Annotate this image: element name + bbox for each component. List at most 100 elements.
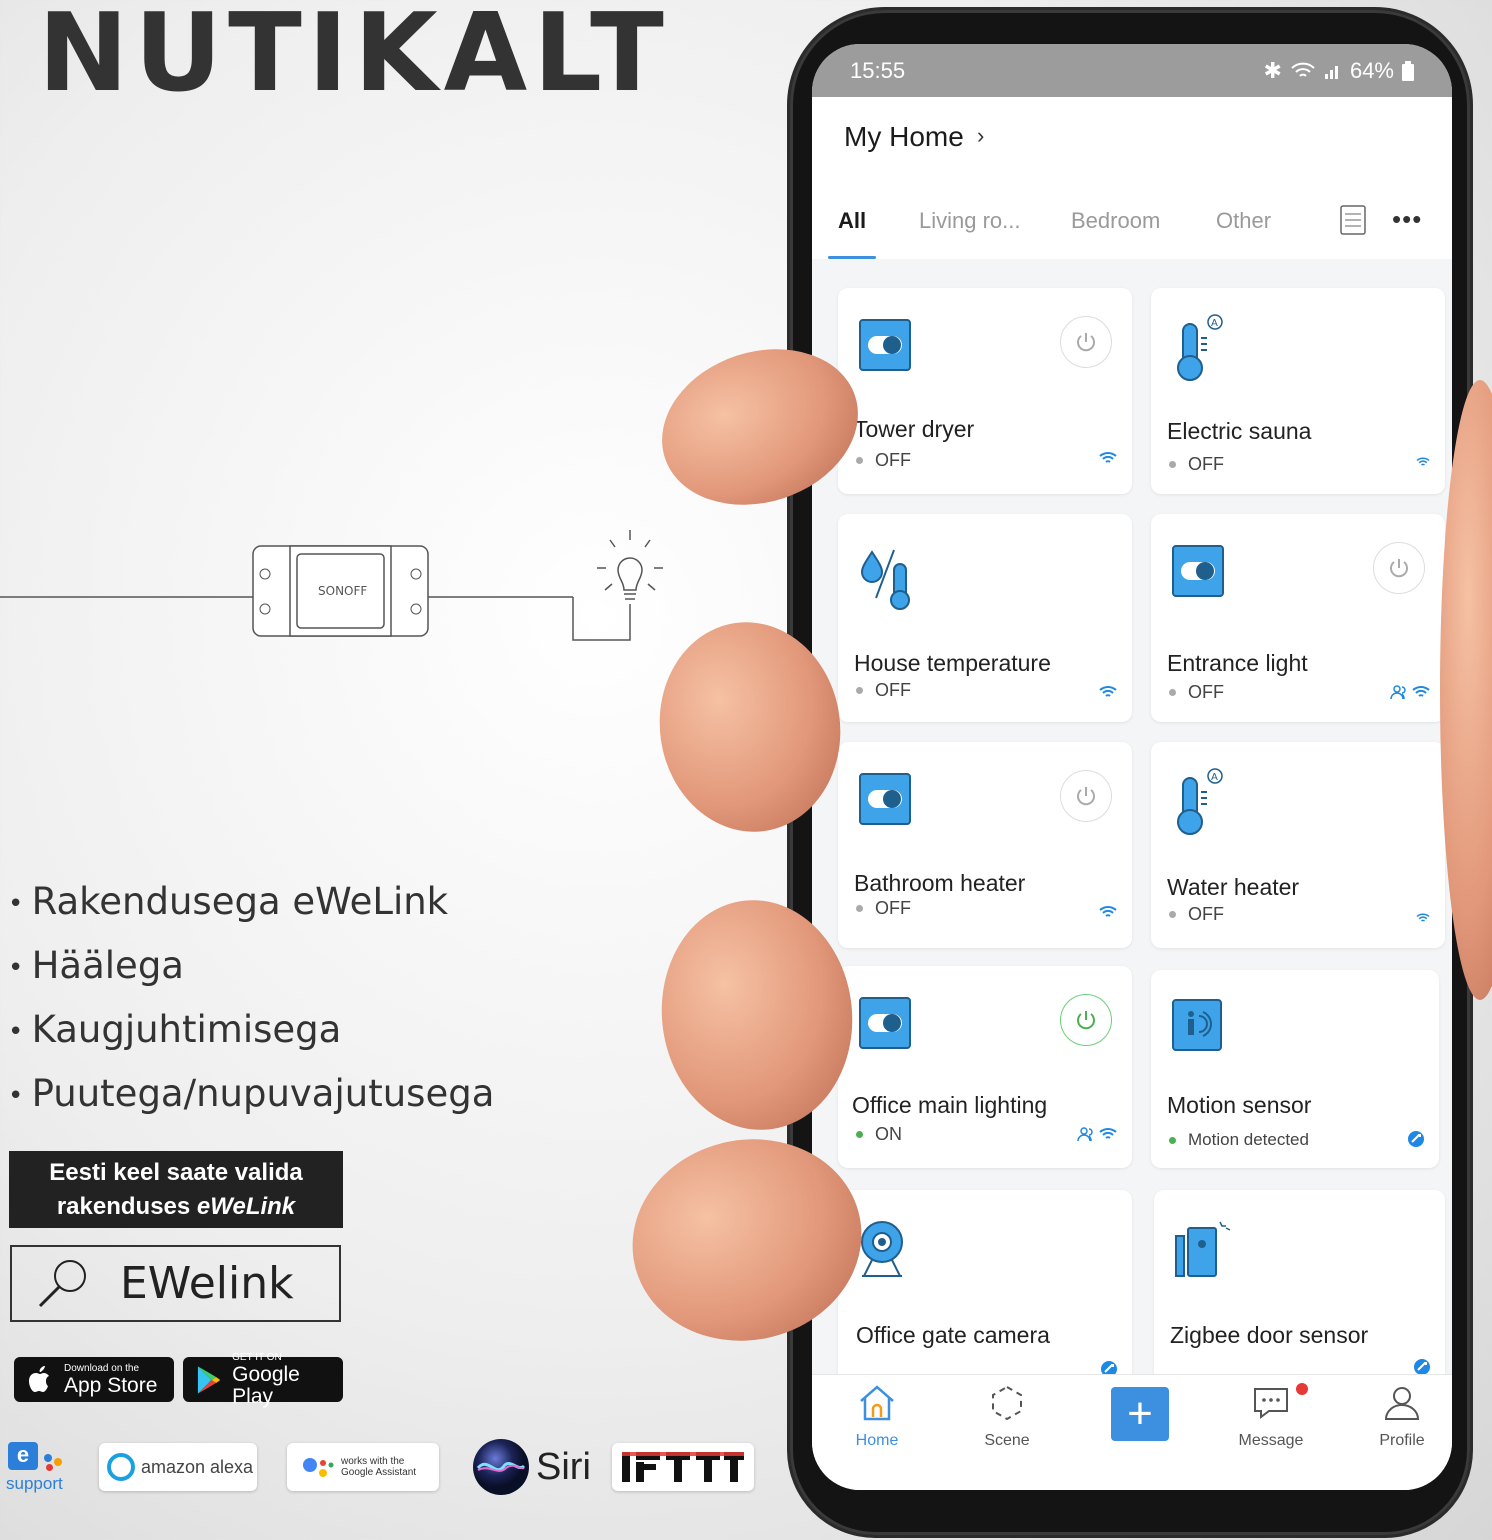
nav-home[interactable]: Home xyxy=(832,1383,922,1450)
google-play-icon xyxy=(197,1365,221,1394)
wifi-icon xyxy=(1416,457,1430,466)
device-name: Zigbee door sensor xyxy=(1170,1322,1369,1348)
light-bulb-icon xyxy=(597,530,663,600)
device-status-text: OFF xyxy=(1188,454,1224,474)
nav-profile-label: Profile xyxy=(1379,1432,1425,1449)
language-note-app: eWeLink xyxy=(196,1193,296,1220)
device-card[interactable]: A Water heater OFF xyxy=(1151,742,1445,948)
google-assistant-badge: works with the Google Assistant xyxy=(287,1443,439,1491)
status-bar: 15:55 ✱ 64% xyxy=(812,44,1452,97)
bluetooth-icon: ✱ xyxy=(1263,57,1282,83)
siri-icon xyxy=(473,1439,529,1495)
feature-item: Puutega/nupuvajutusega xyxy=(8,1062,495,1126)
power-icon xyxy=(1077,1011,1095,1030)
google-play-small: GET IT ON xyxy=(232,1351,282,1363)
google-line2: Google Assistant xyxy=(341,1467,417,1478)
more-options-icon[interactable]: ••• xyxy=(1392,204,1422,235)
feature-item: Häälega xyxy=(8,934,494,998)
device-status: OFF xyxy=(856,680,911,701)
phone-screen: 15:55 ✱ 64% My Home › All Living ro... B… xyxy=(812,44,1452,1490)
list-view-icon[interactable] xyxy=(1340,205,1366,235)
nav-scene[interactable]: Scene xyxy=(962,1383,1052,1450)
wifi-icon xyxy=(1099,1128,1117,1139)
active-tab-indicator xyxy=(828,256,876,259)
connection-indicator xyxy=(1415,456,1431,468)
power-button[interactable] xyxy=(1060,316,1112,368)
tab-all[interactable]: All xyxy=(838,208,866,234)
google-line1: works with the xyxy=(341,1456,405,1467)
wifi-icon xyxy=(1416,913,1430,922)
device-card[interactable]: Zigbee door sensor xyxy=(1154,1190,1445,1375)
device-card[interactable]: Motion sensor Motion detected xyxy=(1151,970,1439,1168)
feature-item: Kaugjuhtimisega xyxy=(8,998,494,1062)
language-note-prefix: rakenduses xyxy=(56,1193,191,1220)
sonoff-label: SONOFF xyxy=(318,584,368,598)
chevron-right-icon[interactable]: › xyxy=(977,123,984,149)
google-play-big: Google Play xyxy=(232,1362,300,1408)
google-play-badge[interactable]: GET IT ON Google Play xyxy=(183,1352,343,1407)
power-button[interactable] xyxy=(1060,770,1112,822)
language-note: Eesti keel saate valida rakenduses eWeLi… xyxy=(9,1151,343,1228)
switch-icon xyxy=(859,997,911,1049)
device-status-text: OFF xyxy=(1188,682,1224,702)
power-icon xyxy=(1390,559,1408,578)
wifi-icon xyxy=(1099,452,1117,463)
wifi-icon xyxy=(1291,62,1315,77)
device-card[interactable]: Entrance light OFF xyxy=(1151,514,1445,722)
humidity-thermometer-icon xyxy=(860,549,910,610)
device-status-text: ON xyxy=(875,1124,902,1144)
notification-badge xyxy=(1296,1383,1308,1395)
app-store-big: App Store xyxy=(64,1373,158,1397)
add-device-button[interactable]: + xyxy=(1111,1387,1169,1441)
scene-icon xyxy=(992,1385,1022,1421)
device-status-text: OFF xyxy=(875,898,911,918)
search-icon xyxy=(38,1259,86,1307)
device-name: Office main lighting xyxy=(852,1092,1048,1118)
device-card[interactable]: A Electric sauna OFF xyxy=(1151,288,1445,494)
siri-label: Siri xyxy=(536,1445,591,1488)
switch-icon xyxy=(1172,545,1224,597)
switch-icon xyxy=(859,773,911,825)
connection-indicator xyxy=(1098,450,1118,466)
tab-bedroom[interactable]: Bedroom xyxy=(1071,208,1160,234)
device-card[interactable]: Bathroom heater OFF xyxy=(838,742,1132,948)
message-icon xyxy=(1254,1388,1288,1419)
apple-icon xyxy=(29,1365,49,1392)
thermometer-auto-icon: A xyxy=(1177,314,1223,381)
device-name: Motion sensor xyxy=(1167,1092,1312,1118)
room-tabs: All Living ro... Bedroom Other ••• xyxy=(812,180,1452,259)
device-status: OFF xyxy=(856,898,911,919)
nav-profile[interactable]: Profile xyxy=(1357,1383,1447,1450)
esupport-logo: e support xyxy=(6,1440,86,1496)
device-status: OFF xyxy=(1169,904,1224,925)
esupport-text: support xyxy=(6,1474,63,1493)
tab-other[interactable]: Other xyxy=(1216,208,1271,234)
power-button[interactable] xyxy=(1373,542,1425,594)
device-card[interactable]: Office gate camera xyxy=(838,1190,1132,1377)
ifttt-icon xyxy=(622,1452,744,1482)
device-status-text: OFF xyxy=(1188,904,1224,924)
device-name: Bathroom heater xyxy=(854,870,1026,896)
tab-living-room[interactable]: Living ro... xyxy=(919,208,1021,234)
switch-icon xyxy=(859,319,911,371)
app-store-small: Download on the xyxy=(64,1362,140,1374)
nav-scene-label: Scene xyxy=(984,1432,1030,1449)
home-title[interactable]: My Home xyxy=(844,121,964,153)
device-card[interactable]: House temperature OFF xyxy=(838,514,1132,722)
app-store-badge[interactable]: Download on the App Store xyxy=(14,1357,174,1402)
device-status: Motion detected xyxy=(1169,1130,1309,1150)
device-name: Water heater xyxy=(1167,874,1300,900)
power-button[interactable] xyxy=(1060,994,1112,1046)
device-status: OFF xyxy=(1169,682,1224,703)
connection-indicator xyxy=(1390,684,1431,700)
device-card[interactable]: Office main lighting ON xyxy=(838,966,1132,1168)
device-name: Entrance light xyxy=(1167,650,1308,676)
status-right: ✱ 64% xyxy=(1264,58,1414,84)
connection-indicator xyxy=(1407,1130,1425,1148)
device-card[interactable]: Tower dryer OFF xyxy=(838,288,1132,494)
profile-icon xyxy=(1384,1387,1420,1420)
svg-text:A: A xyxy=(1211,772,1218,783)
power-icon xyxy=(1077,333,1095,352)
device-status-text: OFF xyxy=(875,680,911,700)
feature-list: Rakendusega eWeLink Häälega Kaugjuhtimis… xyxy=(8,870,495,1126)
